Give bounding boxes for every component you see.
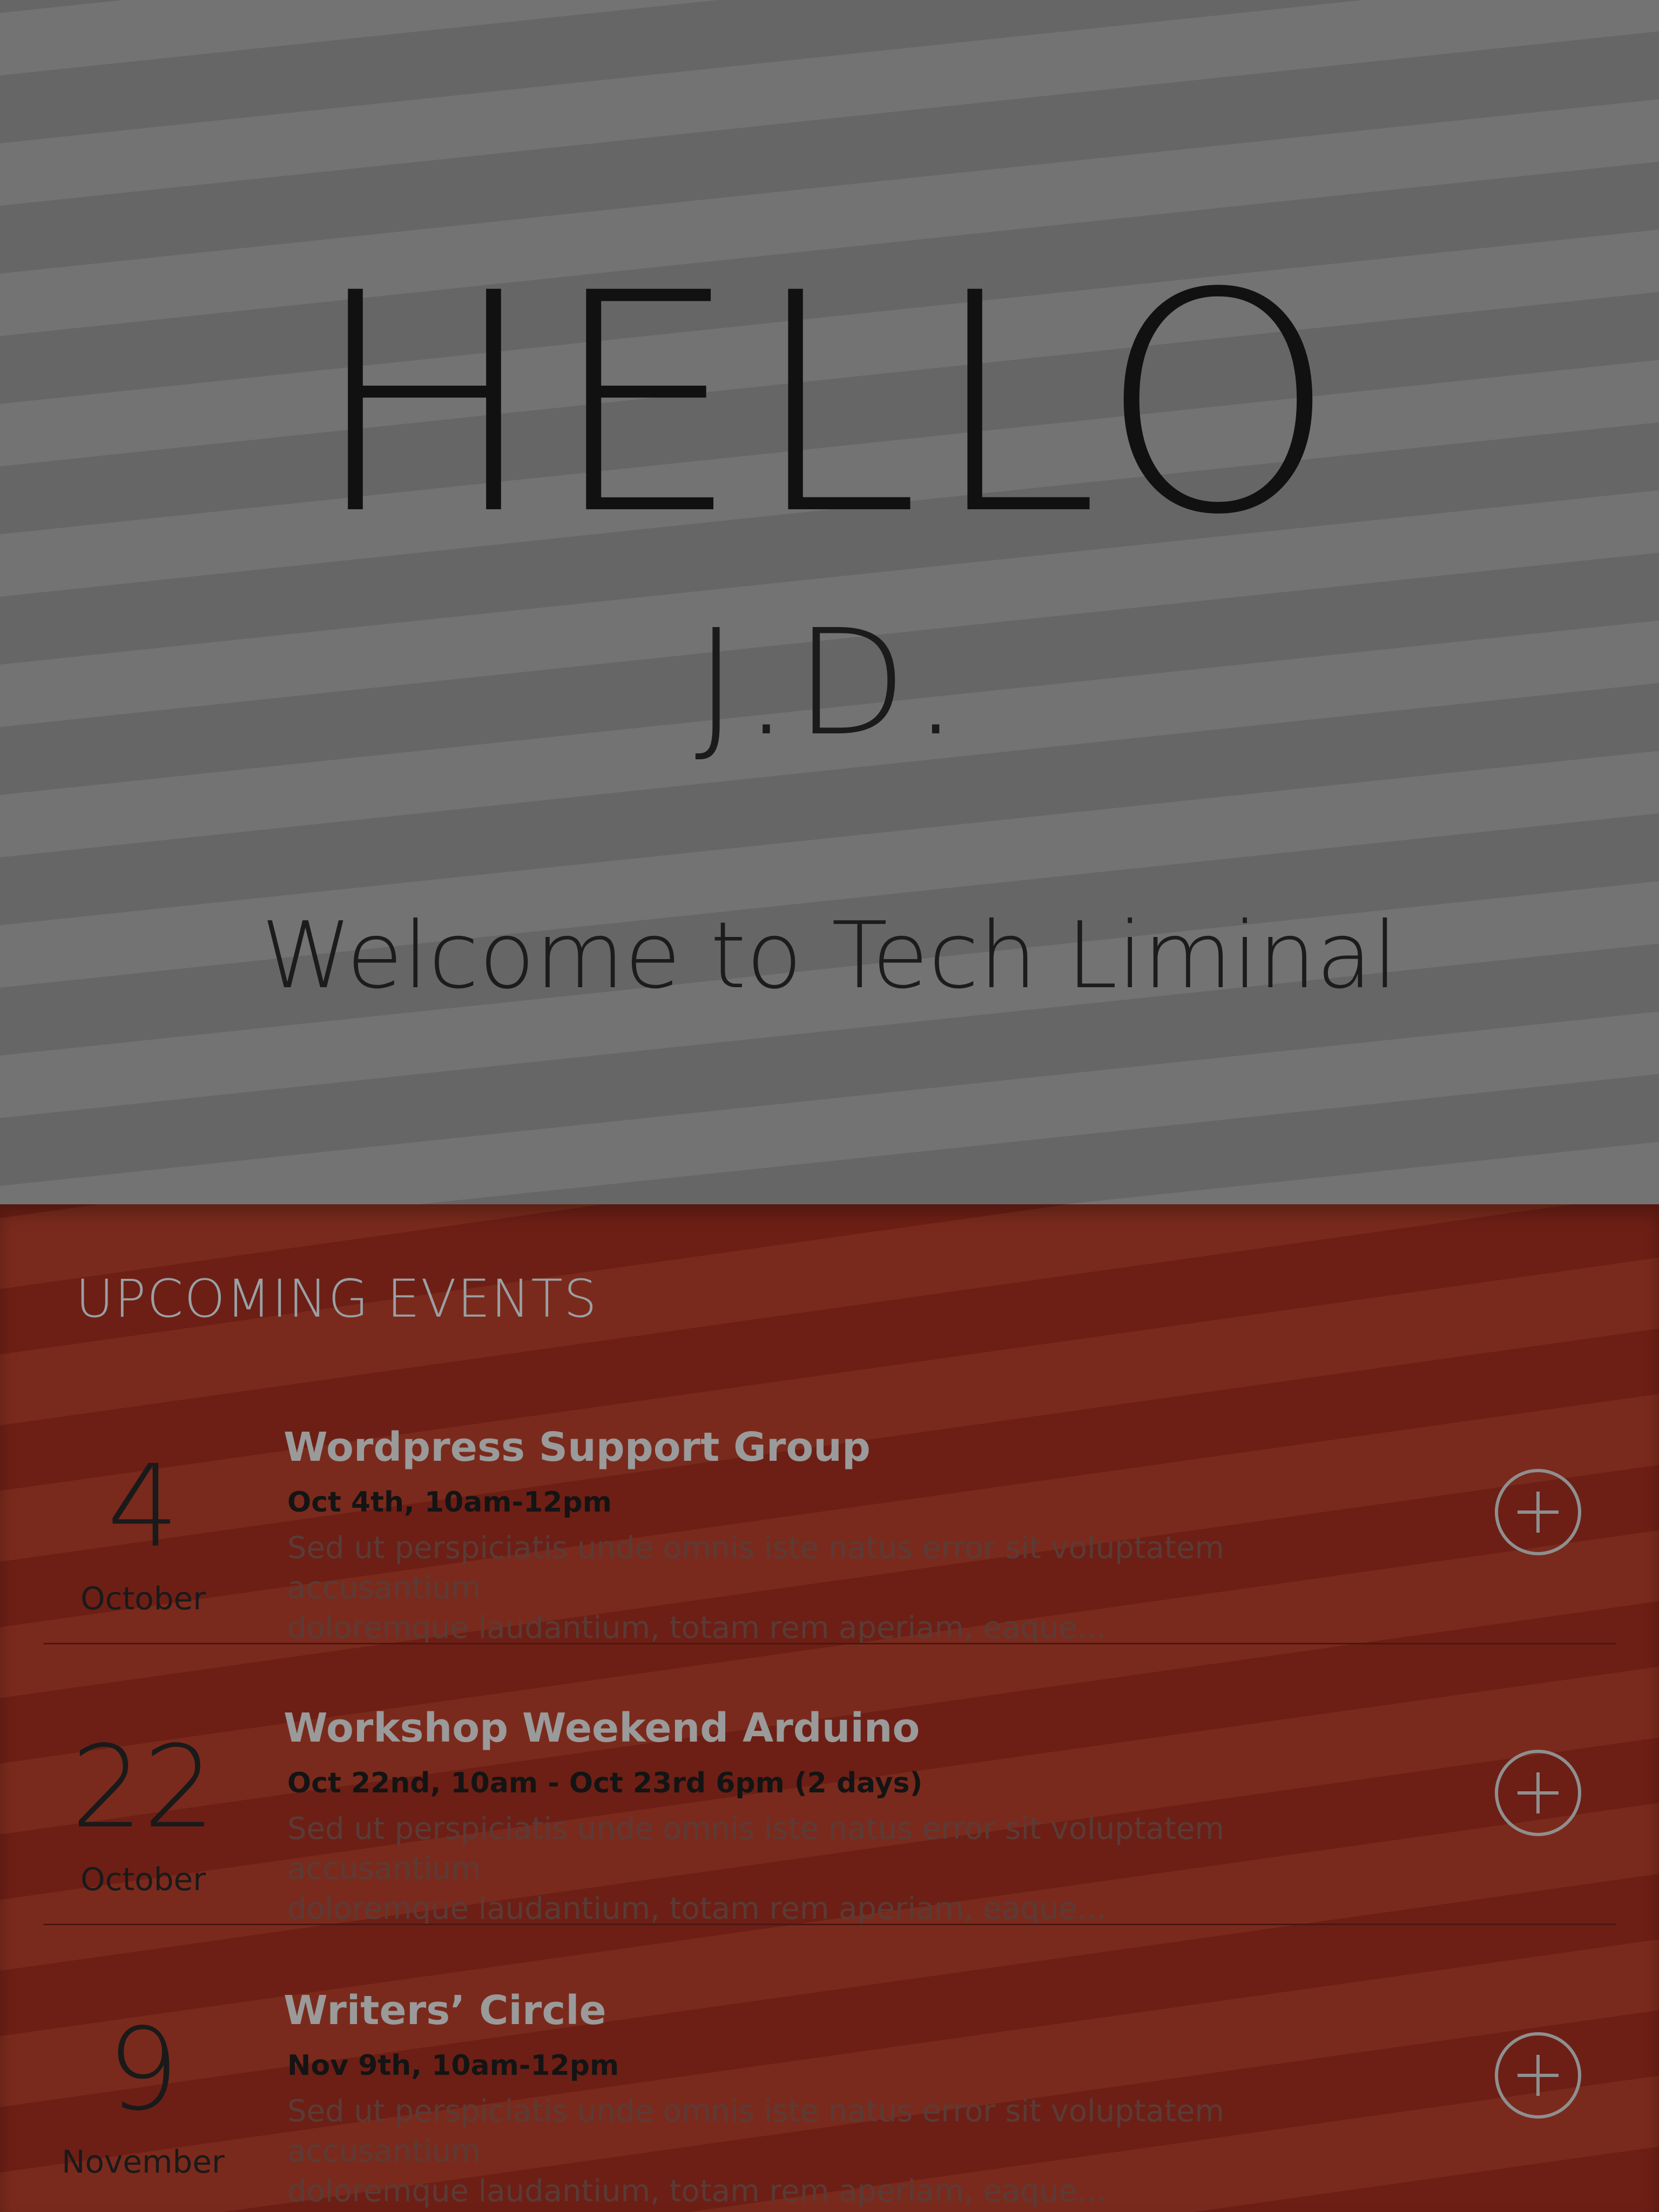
event-description-line: Sed ut perspiciatis unde omnis iste natu…	[287, 1811, 1224, 1886]
add-event-button[interactable]	[1495, 1750, 1581, 1836]
event-item[interactable]: 22 October Workshop Weekend Arduino Oct …	[0, 1680, 1659, 1960]
add-event-button[interactable]	[1495, 2032, 1581, 2119]
event-month: October	[80, 1580, 206, 1617]
event-description: Sed ut perspiciatis unde omnis iste natu…	[287, 1528, 1367, 1648]
event-description: Sed ut perspiciatis unde omnis iste natu…	[287, 2092, 1367, 2211]
add-event-button[interactable]	[1495, 1469, 1581, 1555]
event-time: Oct 4th, 10am-12pm	[287, 1486, 612, 1519]
event-description-line: doloremque laudantium, totam rem aperiam…	[287, 1610, 1107, 1645]
event-time: Nov 9th, 10am-12pm	[287, 2049, 619, 2082]
event-month: November	[62, 2143, 225, 2180]
event-day: 22	[71, 1721, 215, 1853]
event-title[interactable]: Workshop Weekend Arduino	[284, 1704, 920, 1752]
greeting-heading: HELLO	[311, 229, 1348, 581]
event-description: Sed ut perspiciatis unde omnis iste natu…	[287, 1809, 1367, 1929]
event-month: October	[80, 1861, 206, 1898]
hero-section: HELLO J.D. Welcome to Tech Liminal	[0, 0, 1659, 1204]
event-description-line: Sed ut perspiciatis unde omnis iste natu…	[287, 1530, 1224, 1606]
event-time: Oct 22nd, 10am - Oct 23rd 6pm (2 days)	[287, 1767, 923, 1799]
welcome-message: Welcome to Tech Liminal	[261, 902, 1398, 1009]
event-divider	[43, 1924, 1616, 1925]
event-title[interactable]: Writers’ Circle	[284, 1986, 606, 2035]
event-title[interactable]: Wordpress Support Group	[284, 1423, 871, 1472]
event-day: 9	[107, 2004, 179, 2136]
event-description-line: doloremque laudantium, totam rem aperiam…	[287, 2174, 1107, 2209]
event-item[interactable]: 4 October Wordpress Support Group Oct 4t…	[0, 1399, 1659, 1680]
event-item[interactable]: 9 November Writers’ Circle Nov 9th, 10am…	[0, 1962, 1659, 2212]
upcoming-events-section: UPCOMING EVENTS 4 October Wordpress Supp…	[0, 1204, 1659, 2212]
event-description-line: doloremque laudantium, totam rem aperiam…	[287, 1891, 1107, 1926]
event-description-line: Sed ut perspiciatis unde omnis iste natu…	[287, 2094, 1224, 2169]
event-divider	[43, 1643, 1616, 1644]
events-heading: UPCOMING EVENTS	[76, 1269, 598, 1329]
event-day: 4	[107, 1440, 179, 1573]
user-name: J.D.	[694, 598, 965, 768]
